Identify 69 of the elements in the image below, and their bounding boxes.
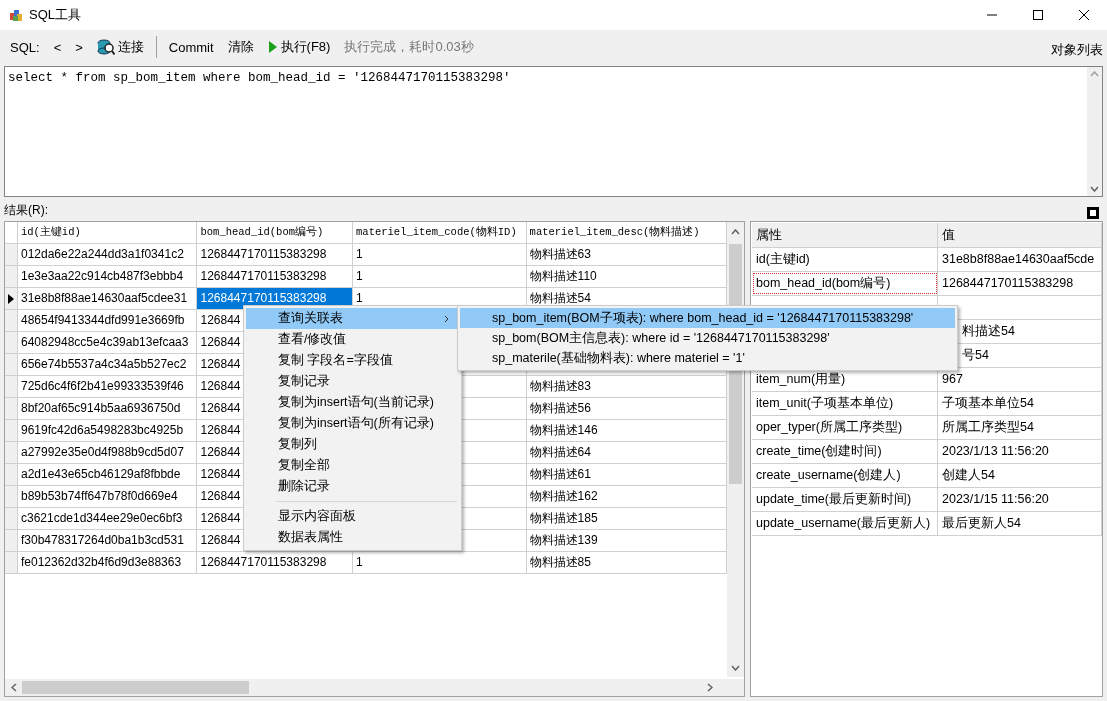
table-cell: fe012362d32b4f6d9d3e88363 — [17, 552, 198, 573]
table-cell: 1 — [353, 244, 527, 265]
property-name: item_unit(子项基本单位) — [752, 392, 938, 415]
column-header[interactable]: materiel_item_code(物料ID) — [353, 222, 527, 243]
property-name: bom_head_id(bom编号) — [752, 272, 938, 295]
connect-button[interactable]: 连接 — [94, 36, 146, 58]
database-search-icon — [96, 38, 115, 56]
toolbar-button[interactable]: > — [73, 37, 85, 57]
toolbar-button[interactable]: 清除 — [225, 36, 256, 58]
table-cell: 9619fc42d6a5498283bc4925b — [17, 420, 198, 441]
sql-editor[interactable]: select * from sp_bom_item where bom_head_id = '1268447170115383298' — [4, 66, 1103, 197]
property-value: 最后更新人54 — [938, 512, 1102, 535]
run-button[interactable]: 执行(F8) — [265, 36, 333, 58]
scroll-up-icon[interactable] — [731, 229, 741, 235]
table-cell: 8bf20af65c914b5aa6936750d — [17, 398, 198, 419]
column-header[interactable]: 属性 — [752, 223, 938, 247]
table-cell: 1268447170115383298 — [197, 552, 354, 573]
property-name: update_username(最后更新人) — [752, 512, 938, 535]
status-text: 执行完成，耗时0.03秒 — [343, 38, 475, 56]
current-row-icon — [8, 293, 14, 304]
property-value: 31e8b8f88ae14630aaf5cde — [938, 248, 1102, 271]
object-list-button[interactable]: 对象列表 — [1051, 41, 1103, 59]
scroll-right-icon[interactable] — [707, 683, 713, 692]
sql-label: SQL: — [9, 38, 41, 57]
table-cell: c3621cde1d344ee29e0ec6bf3 — [17, 508, 198, 529]
play-icon — [267, 40, 278, 54]
app-icon — [9, 8, 23, 22]
row-header[interactable] — [5, 288, 18, 309]
close-icon[interactable] — [1078, 9, 1090, 21]
scroll-down-icon[interactable] — [1090, 186, 1099, 192]
property-value: 创建人54 — [938, 464, 1102, 487]
column-header[interactable]: 值 — [938, 223, 1102, 247]
property-name: id(主键id) — [752, 248, 938, 271]
table-cell: 725d6c4f6f2b41e99333539f46 — [17, 376, 198, 397]
toolbar-button[interactable]: < — [51, 37, 64, 57]
window-title: SQL工具 — [29, 6, 82, 24]
property-value: 2023/1/13 11:56:20 — [938, 440, 1102, 463]
maximize-icon[interactable] — [1032, 9, 1044, 21]
property-name: create_username(创建人) — [752, 464, 938, 487]
property-name: create_time(创建时间) — [752, 440, 938, 463]
toolbar-button[interactable]: Commit — [166, 37, 216, 57]
menu-item[interactable]: 查询关联表 — [246, 308, 459, 329]
property-value: 子项基本单位54 — [938, 392, 1102, 415]
scroll-left-icon[interactable] — [11, 683, 17, 692]
table-cell: 48654f9413344dfd991e3669fb — [17, 310, 198, 331]
menu-item[interactable]: sp_bom_item(BOM子项表): where bom_head_id = '1268447170115383298' — [460, 308, 955, 328]
table-cell: a2d1e43e65cb46129af8fbbde — [17, 464, 198, 485]
table-cell: 656e74b5537a4c34a5b527ec2 — [17, 354, 198, 375]
table-cell: 1268447170115383298 — [197, 244, 354, 265]
table-cell: 1 — [353, 552, 527, 573]
table-cell: 1e3e3aa22c914cb487f3ebbb4 — [17, 266, 198, 287]
table-cell: 012da6e22a244dd3a1f0341c2 — [17, 244, 198, 265]
results-label: 结果(R): — [4, 202, 48, 219]
scroll-up-icon[interactable] — [1090, 71, 1099, 77]
scroll-down-icon[interactable] — [731, 665, 741, 671]
table-cell: 1268447170115383298 — [197, 266, 354, 287]
property-value: 所属工序类型54 — [938, 416, 1102, 439]
property-name: oper_typer(所属工序类型) — [752, 416, 938, 439]
maximize-panel-icon[interactable] — [1087, 207, 1099, 219]
property-value: 2023/1/15 11:56:20 — [938, 488, 1102, 511]
scrollbar[interactable] — [5, 679, 744, 696]
scrollbar[interactable] — [1087, 67, 1102, 196]
table-cell: a27992e35e0d4f988b9cd5d07 — [17, 442, 198, 463]
table-cell: b89b53b74ff647b78f0d669e4 — [17, 486, 198, 507]
property-name: update_time(最后更新时间) — [752, 488, 938, 511]
property-value: 1268447170115383298 — [938, 272, 1102, 295]
table-cell: 1 — [353, 266, 527, 287]
table-cell: f30b478317264d0ba1b3cd531 — [17, 530, 198, 551]
table-cell: 64082948cc5e4c39ab13efcaa3 — [17, 332, 198, 353]
